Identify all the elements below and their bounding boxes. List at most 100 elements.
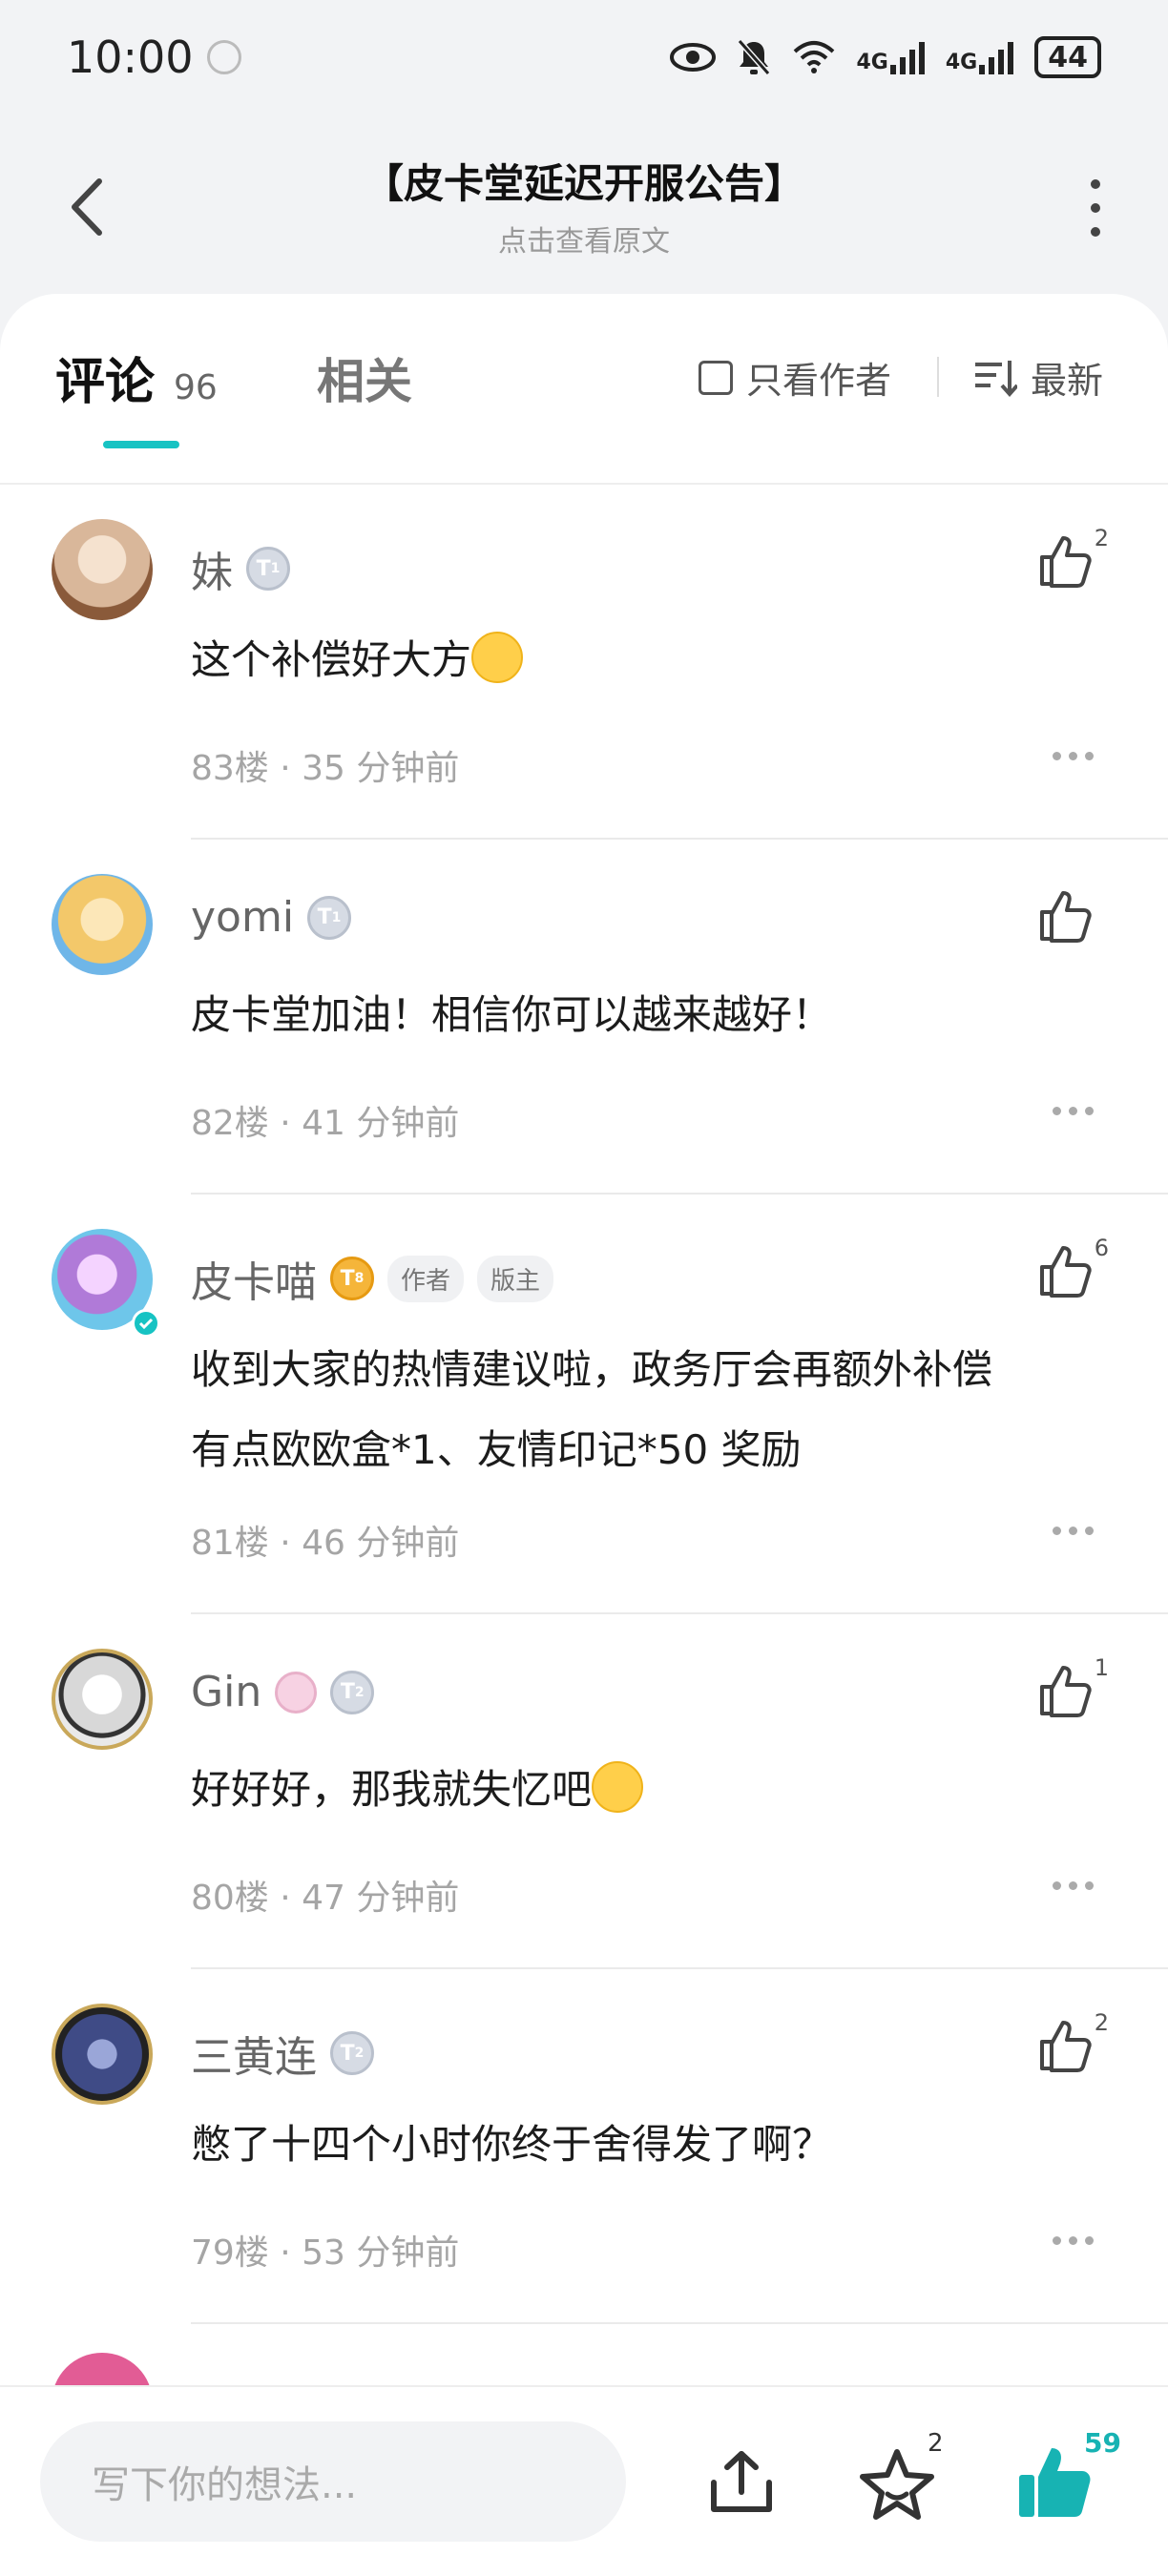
comment-author[interactable]: 妹	[191, 538, 233, 599]
thumbs-up-filled-icon[interactable]	[1015, 2441, 1092, 2521]
like-count: 1	[1094, 1654, 1109, 1681]
comment-text: 憋了十四个小时你终于舍得发了啊？	[191, 2121, 833, 2168]
smirk-emoji-icon	[592, 1761, 644, 1813]
network-type-2: 4G	[945, 51, 978, 74]
sort-icon	[975, 360, 1017, 397]
level-badge: T2	[330, 2031, 374, 2075]
avatar[interactable]	[52, 1649, 153, 1750]
level-value: 1	[270, 561, 281, 576]
grin-emoji-icon	[471, 632, 524, 683]
comment-meta: 80楼 · 47 分钟前	[191, 1879, 460, 1918]
thumbs-up-icon[interactable]	[1036, 887, 1094, 945]
comment-more-icon[interactable]	[1053, 2236, 1094, 2245]
comment-text-line: 有点欧欧盒*1、友情印记*50 奖励	[191, 1426, 802, 1473]
comment-text-content: 这个补偿好大方	[191, 636, 472, 683]
comment-author[interactable]: Gin	[191, 1668, 261, 1716]
verified-icon	[132, 1309, 160, 1338]
avatar[interactable]	[52, 2004, 153, 2105]
comment-text-content: 好好好，那我就失忆吧	[191, 1766, 593, 1813]
signal-2-icon: 4G	[945, 40, 1014, 74]
wifi-icon	[793, 41, 834, 73]
active-tab-indicator	[103, 441, 179, 448]
notification-pet-icon	[206, 40, 241, 74]
decoration-badge-icon	[275, 1671, 318, 1714]
comment-author-row: yomi T1	[191, 893, 352, 942]
comment-author-row: 妹 T1	[191, 538, 290, 599]
comment-more-icon[interactable]	[1053, 752, 1094, 760]
sort-label: 最新	[1031, 360, 1104, 402]
comment-author-row: 三黄连 T2	[191, 2023, 374, 2084]
comment-meta: 83楼 · 35 分钟前	[191, 749, 460, 788]
level-badge: T1	[307, 895, 352, 940]
thumbs-up-icon[interactable]	[1036, 1242, 1094, 1299]
comment-item[interactable]: 皮卡喵 T8 作者 版主 收到大家的热情建议啦，政务厅会再额外补偿 有点欧欧盒*…	[0, 1195, 1168, 1614]
comments-count: 96	[174, 368, 218, 407]
level-value: 2	[354, 2046, 365, 2061]
comment-item[interactable]: 妹 T1 这个补偿好大方 83楼 · 35 分钟前 2	[0, 485, 1168, 840]
level-value: 2	[354, 1684, 365, 1700]
title-box[interactable]: 【皮卡堂延迟开服公告】 点击查看原文	[0, 152, 1168, 260]
thumbs-up-icon[interactable]	[1036, 532, 1094, 590]
comment-author-row: Gin T2	[191, 1668, 375, 1716]
comment-meta: 82楼 · 41 分钟前	[191, 1104, 460, 1143]
level-value: 8	[354, 1271, 365, 1286]
star-icon[interactable]	[859, 2446, 935, 2523]
author-tag: 作者	[387, 1255, 465, 1302]
comment-text: 收到大家的热情建议啦，政务厅会再额外补偿 有点欧欧盒*1、友情印记*50 奖励	[191, 1330, 1107, 1490]
level-badge: T1	[246, 547, 290, 591]
comment-tabs: 评论 96 相关 只看作者 最新	[0, 294, 1168, 485]
comment-text: 好好好，那我就失忆吧	[191, 1750, 1107, 1830]
post-title: 【皮卡堂延迟开服公告】	[363, 159, 804, 207]
comment-text: 皮卡堂加油！相信你可以越来越好！	[191, 991, 833, 1038]
tab-comments-label: 评论	[55, 354, 156, 411]
status-icons: 4G 4G 44	[669, 36, 1101, 78]
signal-1-icon: 4G	[857, 40, 925, 74]
comment-author-row: 皮卡喵 T8 作者 版主	[191, 1248, 554, 1309]
avatar[interactable]	[52, 519, 153, 620]
moderator-tag: 版主	[477, 1255, 554, 1302]
share-icon[interactable]	[706, 2448, 777, 2519]
comment-item[interactable]: 三黄连 T2 憋了十四个小时你终于舍得发了啊？ 79楼 · 53 分钟前 2	[0, 1969, 1168, 2324]
post-header: 【皮卡堂延迟开服公告】 点击查看原文	[0, 134, 1168, 277]
author-only-checkbox[interactable]	[699, 360, 733, 395]
comments-panel: 评论 96 相关 只看作者 最新 妹 T1 这个补偿好大方 83楼 · 35 分…	[0, 294, 1168, 2420]
comment-author[interactable]: 三黄连	[191, 2023, 317, 2084]
like-count: 6	[1094, 1235, 1109, 1261]
comment-item[interactable]: yomi T1 皮卡堂加油！相信你可以越来越好！ 82楼 · 41 分钟前	[0, 840, 1168, 1195]
view-original-link[interactable]: 点击查看原文	[0, 218, 1168, 260]
comment-more-icon[interactable]	[1053, 1527, 1094, 1535]
comment-author[interactable]: 皮卡喵	[191, 1248, 317, 1309]
battery-level: 44	[1048, 40, 1088, 74]
tab-comments[interactable]: 评论 96	[55, 342, 218, 413]
status-bar: 10:00 4G 4G 44	[0, 0, 1168, 114]
network-type-1: 4G	[856, 51, 888, 74]
like-count: 2	[1094, 2009, 1109, 2036]
post-like-count: 59	[1084, 2427, 1121, 2459]
comment-meta: 81楼 · 46 分钟前	[191, 1524, 460, 1563]
level-value: 1	[331, 909, 342, 925]
author-only-toggle[interactable]: 只看作者	[699, 351, 891, 404]
comment-more-icon[interactable]	[1053, 1881, 1094, 1890]
sort-button[interactable]: 最新	[973, 351, 1103, 404]
battery-icon: 44	[1034, 36, 1101, 78]
like-count: 2	[1094, 525, 1109, 551]
bell-muted-icon	[737, 39, 770, 75]
level-badge: T2	[330, 1670, 375, 1714]
thumbs-up-icon[interactable]	[1036, 2017, 1094, 2074]
comment-meta: 79楼 · 53 分钟前	[191, 2233, 460, 2273]
status-time-group: 10:00	[67, 31, 241, 83]
tab-related[interactable]: 相关	[317, 343, 412, 412]
comment-input[interactable]: 写下你的想法...	[40, 2421, 626, 2542]
favorites-count: 2	[928, 2429, 944, 2458]
level-badge: T8	[330, 1257, 374, 1300]
comment-text-line: 收到大家的热情建议啦，政务厅会再额外补偿	[191, 1346, 993, 1393]
comment-author[interactable]: yomi	[191, 893, 294, 942]
bottom-action-bar: 写下你的想法... 2 59	[0, 2385, 1168, 2576]
comment-more-icon[interactable]	[1053, 1107, 1094, 1115]
eye-icon	[669, 43, 716, 72]
back-arrow-icon[interactable]	[63, 174, 111, 240]
more-options-icon[interactable]	[1076, 179, 1115, 237]
avatar[interactable]	[52, 874, 153, 975]
thumbs-up-icon[interactable]	[1036, 1662, 1094, 1719]
comment-item[interactable]: Gin T2 好好好，那我就失忆吧 80楼 · 47 分钟前 1	[0, 1614, 1168, 1969]
